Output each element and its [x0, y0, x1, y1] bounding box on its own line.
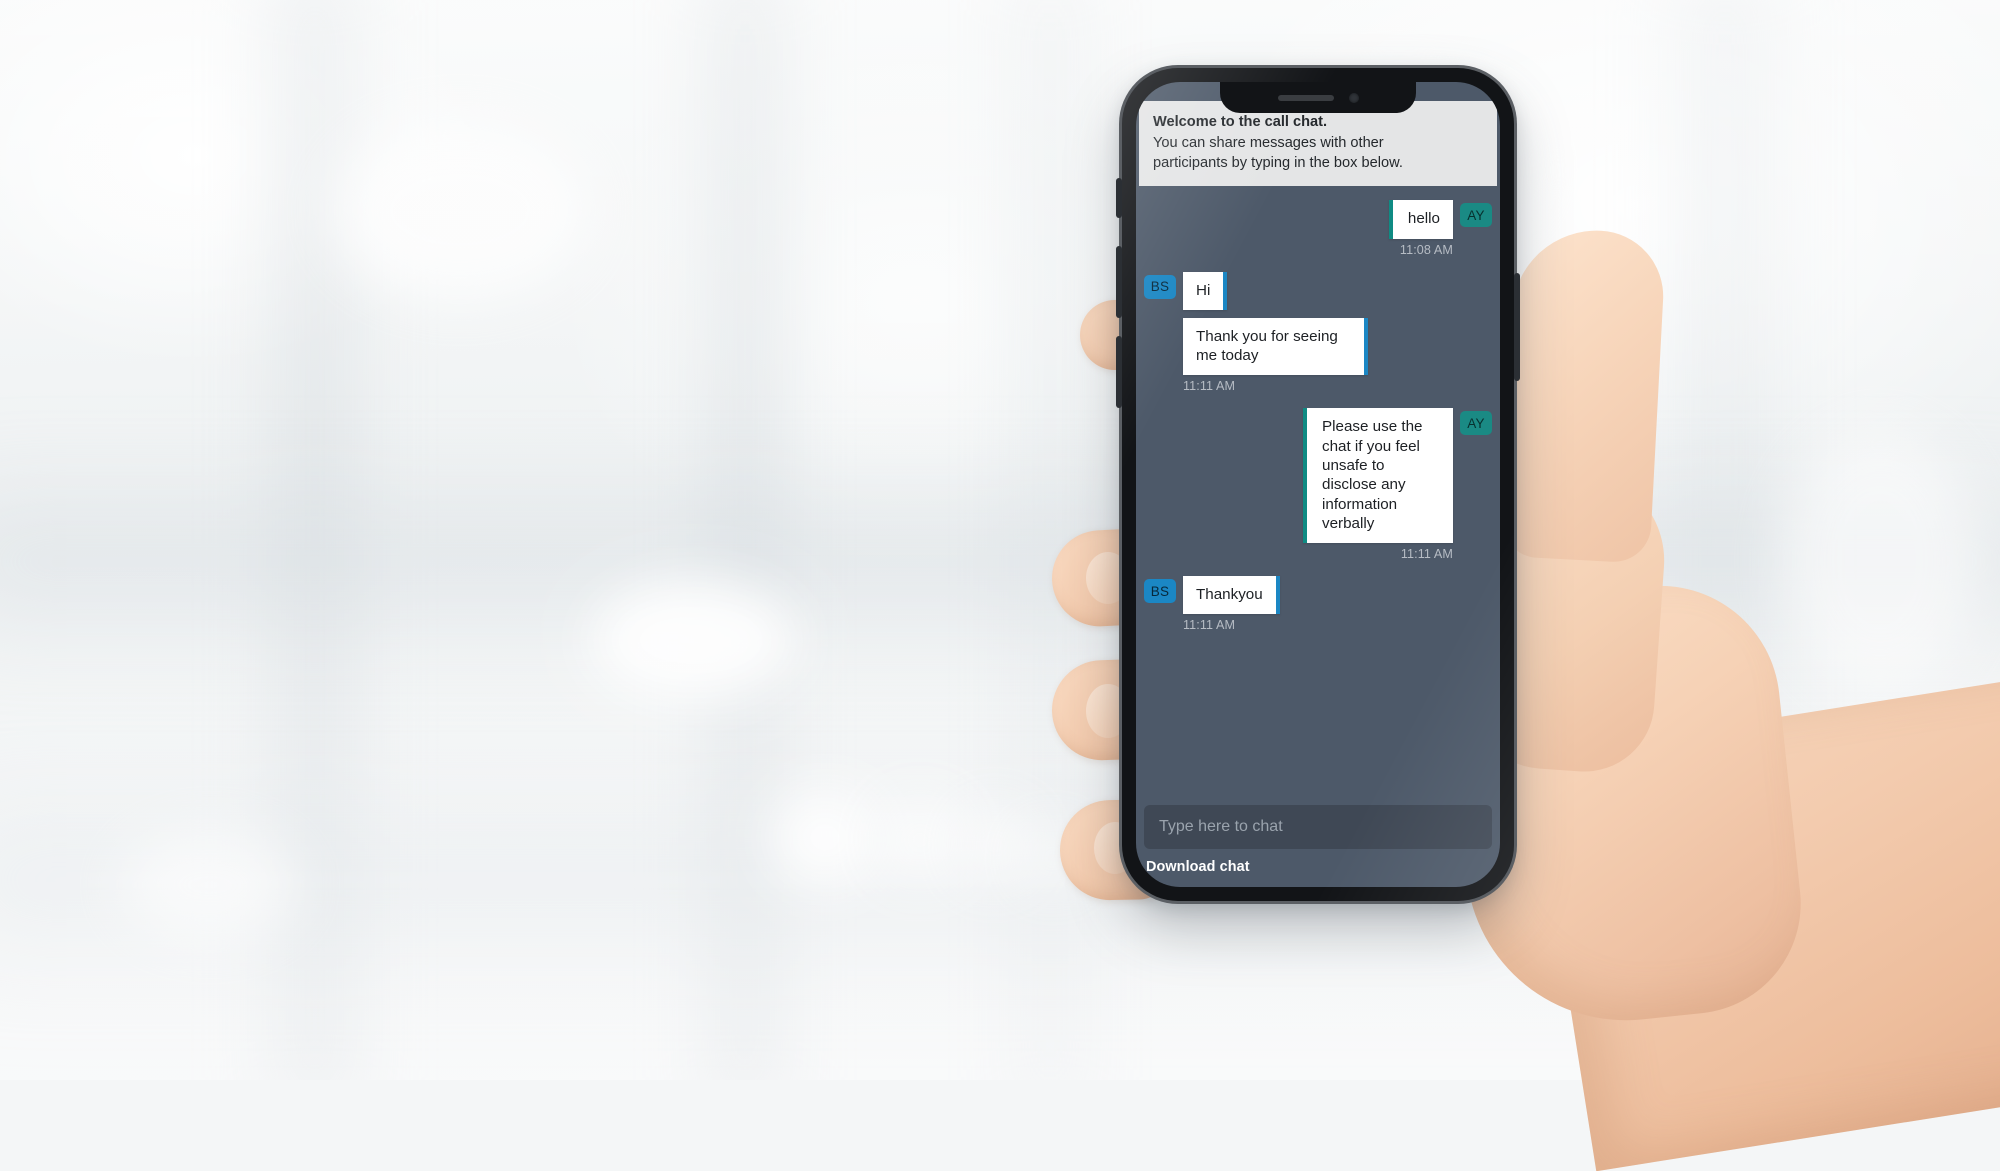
front-camera-icon: [1349, 93, 1359, 103]
message-bubble[interactable]: hello: [1389, 200, 1453, 238]
avatar[interactable]: BS: [1144, 579, 1176, 603]
message-list[interactable]: hello AY 11:08 AM BS Hi Thank: [1136, 186, 1500, 805]
call-chat-panel: Welcome to the call chat. You can share …: [1136, 82, 1500, 887]
device-notch: [1220, 82, 1416, 113]
message-row: BS Hi: [1144, 272, 1227, 310]
volume-down-button[interactable]: [1116, 336, 1122, 408]
smartphone-device: Welcome to the call chat. You can share …: [1122, 68, 1514, 901]
avatar[interactable]: AY: [1460, 203, 1492, 227]
message-group: BS Thankyou 11:11 AM: [1144, 576, 1492, 632]
welcome-banner-line-3: participants by typing in the box below.: [1153, 154, 1483, 173]
speaker-icon: [1278, 95, 1334, 101]
message-row: BS Thankyou: [1144, 576, 1280, 614]
phone-screen: Welcome to the call chat. You can share …: [1136, 82, 1500, 887]
message-bubble[interactable]: Thankyou: [1183, 576, 1280, 614]
message-timestamp: 11:08 AM: [1400, 243, 1453, 257]
message-group: Thank you for seeing me today 11:11 AM: [1144, 318, 1492, 394]
message-timestamp: 11:11 AM: [1183, 379, 1235, 393]
hand-holding-phone: [0, 0, 2000, 1080]
power-button[interactable]: [1514, 273, 1520, 381]
message-bubble[interactable]: Please use the chat if you feel unsafe t…: [1303, 408, 1453, 543]
message-group: hello AY 11:08 AM: [1144, 200, 1492, 256]
mute-switch-button[interactable]: [1116, 178, 1122, 218]
knuckles: [1499, 226, 1666, 563]
message-timestamp: 11:11 AM: [1183, 618, 1235, 632]
volume-up-button[interactable]: [1116, 246, 1122, 318]
avatar[interactable]: AY: [1460, 411, 1492, 435]
welcome-banner: Welcome to the call chat. You can share …: [1139, 101, 1497, 186]
message-row: Thank you for seeing me today: [1144, 318, 1368, 376]
message-group: Please use the chat if you feel unsafe t…: [1144, 408, 1492, 561]
download-chat-link[interactable]: Download chat: [1146, 859, 1250, 875]
welcome-banner-line-2: You can share messages with other: [1153, 134, 1483, 153]
chat-footer: Download chat: [1136, 851, 1500, 887]
avatar[interactable]: BS: [1144, 275, 1176, 299]
message-bubble[interactable]: Hi: [1183, 272, 1227, 310]
chat-input[interactable]: Type here to chat: [1144, 805, 1492, 849]
message-timestamp: 11:11 AM: [1401, 547, 1453, 561]
message-bubble[interactable]: Thank you for seeing me today: [1183, 318, 1368, 376]
message-row: Please use the chat if you feel unsafe t…: [1303, 408, 1492, 543]
message-group: BS Hi: [1144, 272, 1492, 310]
message-row: hello AY: [1389, 200, 1492, 238]
chat-input-placeholder: Type here to chat: [1159, 818, 1283, 835]
welcome-banner-title: Welcome to the call chat.: [1153, 113, 1483, 132]
